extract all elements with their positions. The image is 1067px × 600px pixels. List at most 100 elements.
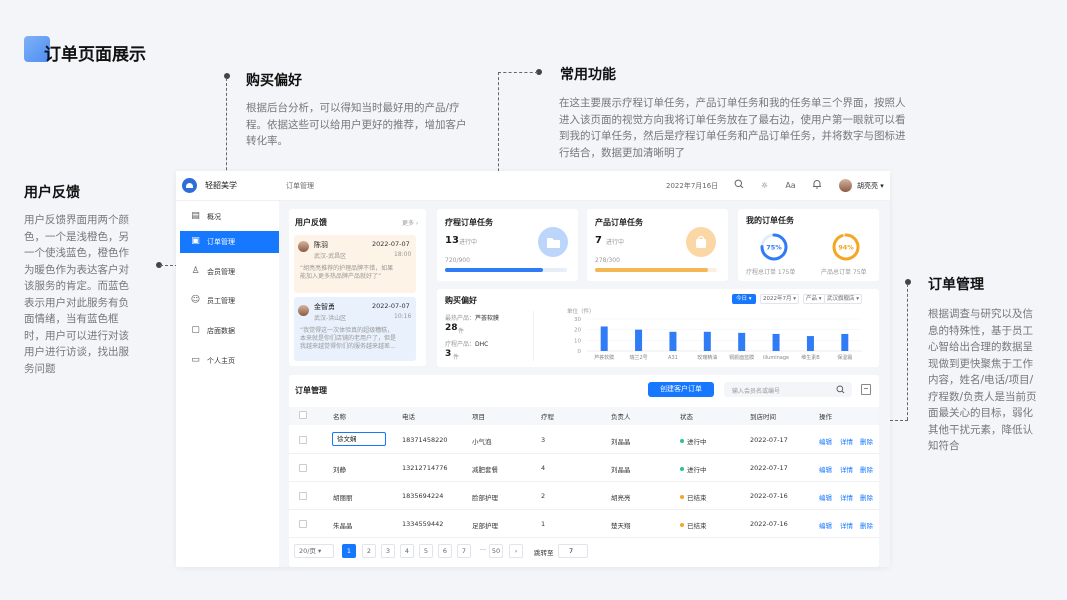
col-phone: 电话 [402, 413, 415, 421]
cell-project: 减肥套餐 [472, 466, 498, 474]
page-button[interactable]: 7 [457, 544, 471, 558]
feedback-item-positive[interactable]: 陈羽 2022-07-07 武汉-武昌区 18:00 “胡亮亮推荐的护理品牌不错… [294, 235, 416, 293]
product-task-progress-fill [595, 268, 709, 272]
cell-date: 2022-07-17 [750, 436, 788, 444]
product-task-progress-text: 278/300 [595, 257, 620, 264]
status-dot [680, 439, 684, 443]
detail-link[interactable]: 详情 [840, 492, 853, 502]
table-row[interactable]: 胡丽丽 1835694224 脸部护理 2 胡亮亮 已结束 2022-07-16… [289, 482, 879, 510]
delete-link[interactable]: 删除 [860, 464, 873, 474]
page-button[interactable]: 4 [400, 544, 414, 558]
filter-store[interactable]: 武汉旗舰店 ▾ [824, 294, 863, 304]
course-task-count: 13 [445, 235, 459, 246]
order-icon: ▣ [191, 236, 200, 246]
search-field[interactable]: 输入会员名或编号 [724, 382, 852, 397]
search-icon[interactable] [732, 179, 745, 192]
sidebar-item-staff[interactable]: ☺ 员工管理 [180, 290, 279, 312]
monitor-icon: ▭ [191, 355, 200, 365]
cell-name: 朱晶晶 [333, 522, 353, 530]
page-size-select[interactable]: 20/页 ▾ [294, 544, 334, 558]
best-course-label: 疗程产品：DHC [445, 341, 489, 348]
staff-icon: ☺ [190, 295, 201, 305]
bar-6[interactable] [772, 333, 780, 351]
annotation-order-text: 根据调查与研究以及信 息的特殊性，基于员工 心智给出合理的数据呈 现做到更快聚焦于工作… [928, 308, 1037, 452]
select-all-checkbox[interactable] [299, 411, 307, 419]
calendar-icon[interactable] [861, 384, 871, 395]
edit-link[interactable]: 编辑 [819, 436, 832, 446]
table-row[interactable]: 朱晶晶 1334559442 足部护理 1 楚天翔 已结束 2022-07-16… [289, 510, 879, 538]
row-checkbox[interactable] [299, 436, 307, 444]
search-icon[interactable] [836, 385, 845, 394]
cell-phone: 1835694224 [402, 492, 444, 500]
row-checkbox[interactable] [299, 520, 307, 528]
page-button[interactable]: 5 [419, 544, 433, 558]
edit-link[interactable]: 编辑 [819, 520, 832, 530]
row-checkbox[interactable] [299, 464, 307, 472]
filter-month[interactable]: 2022年7月 ▾ [760, 294, 800, 304]
edit-link[interactable]: 编辑 [819, 492, 832, 502]
bar-4[interactable] [703, 331, 711, 351]
sidebar-item-store-data[interactable]: ▢ 店面数据 [180, 320, 279, 342]
cell-date: 2022-07-17 [750, 464, 788, 472]
bar-3[interactable] [669, 331, 677, 351]
x-tick-label: illuminage [763, 355, 789, 361]
cell-phone: 1334559442 [402, 520, 444, 528]
sidebar-item-overview[interactable]: ▤ 概况 [180, 206, 279, 228]
detail-link[interactable]: 详情 [840, 464, 853, 474]
goto-page-input[interactable]: 7 [558, 544, 588, 558]
edit-link[interactable]: 编辑 [819, 464, 832, 474]
bar-8[interactable] [841, 333, 849, 351]
feedback-location: 武汉-武昌区 [314, 253, 347, 260]
feedback-name: 陈羽 [314, 241, 328, 249]
annotation-dot [905, 279, 911, 285]
detail-link[interactable]: 详情 [840, 520, 853, 530]
delete-link[interactable]: 删除 [860, 436, 873, 446]
sidebar-item-orders[interactable]: ▣ 订单管理 [180, 231, 279, 253]
next-page-button[interactable]: › [509, 544, 523, 558]
delete-link[interactable]: 删除 [860, 520, 873, 530]
page-button[interactable]: 3 [381, 544, 395, 558]
user-menu[interactable]: 胡亮亮 ▾ [857, 181, 884, 191]
page-button[interactable]: 2 [362, 544, 376, 558]
table-row[interactable]: 刘静 13212714776 减肥套餐 4 刘晶晶 进行中 2022-07-17… [289, 454, 879, 482]
annotation-line [907, 284, 908, 420]
feedback-more-link[interactable]: 更多 › [402, 218, 418, 227]
feedback-card: 用户反馈 更多 › 陈羽 2022-07-07 武汉-武昌区 18:00 “胡亮… [289, 209, 426, 366]
bar-2[interactable] [635, 329, 643, 351]
feedback-item-negative[interactable]: 金智勇 2022-07-07 武汉-洪山区 10:16 “我觉得这一次体验真的超… [294, 297, 416, 361]
sidebar-item-profile[interactable]: ▭ 个人主页 [180, 350, 279, 372]
bar-5[interactable] [738, 332, 746, 351]
bar-7[interactable] [806, 336, 814, 351]
course-task-card[interactable]: 疗程订单任务 13 进行中 720/900 [437, 209, 578, 281]
filter-type[interactable]: 产品 ▾ [803, 294, 825, 304]
delete-link[interactable]: 删除 [860, 492, 873, 502]
font-size-icon[interactable]: Aa [784, 179, 797, 192]
my-task-title: 我的订单任务 [746, 216, 794, 225]
sidebar-item-members[interactable]: ♙ 会员管理 [180, 261, 279, 283]
page-button[interactable]: 1 [342, 544, 356, 558]
bell-icon[interactable] [810, 179, 823, 192]
cell-owner: 刘晶晶 [611, 466, 631, 474]
create-order-button[interactable]: 创建客户订单 [648, 382, 714, 397]
row-checkbox[interactable] [299, 492, 307, 500]
cell-project: 足部护理 [472, 522, 498, 530]
top-bar: 轻韶美学 订单管理 2022年7月16日 ☼ Aa 胡亮亮 ▾ [176, 171, 890, 201]
app-window: 轻韶美学 订单管理 2022年7月16日 ☼ Aa 胡亮亮 ▾ ▤ 概况 ▣ 订单管… [176, 171, 890, 567]
purchase-preference-card: 购买偏好 今日 ▾ 2022年7月 ▾ 产品 ▾ 武汉旗舰店 ▾ 最热产品：芦荟… [437, 289, 879, 367]
status-dot [680, 523, 684, 527]
user-avatar[interactable] [839, 179, 852, 192]
brand-logo-icon [182, 178, 197, 193]
name-edit-input[interactable]: 徐文娴 [332, 432, 386, 446]
page-button[interactable]: 6 [438, 544, 452, 558]
product-task-card[interactable]: 产品订单任务 7 进行中 278/300 [587, 209, 728, 281]
my-task-card[interactable]: 我的订单任务 75% 94% 疗程总订单 175单 产品总订单 75单 [738, 209, 879, 281]
filter-today[interactable]: 今日 ▾ [732, 294, 756, 304]
feedback-text: “我觉得这一次体验真的超级糟糕， 本来就是你们店铺的老用户了，但是 我越来越觉得你们… [300, 327, 397, 350]
detail-link[interactable]: 详情 [840, 436, 853, 446]
bar-1[interactable] [600, 326, 608, 351]
orders-card: 订单管理 创建客户订单 输入会员名或编号 名称 电话 项目 疗程 负责人 状态 … [289, 375, 879, 567]
table-row[interactable]: 徐文娴 18371458220 小气泡 3 刘晶晶 进行中 2022-07-17… [289, 426, 879, 454]
theme-sun-icon[interactable]: ☼ [758, 179, 771, 192]
page-button[interactable]: 50 [489, 544, 503, 558]
page-ellipsis: ··· [479, 546, 487, 554]
